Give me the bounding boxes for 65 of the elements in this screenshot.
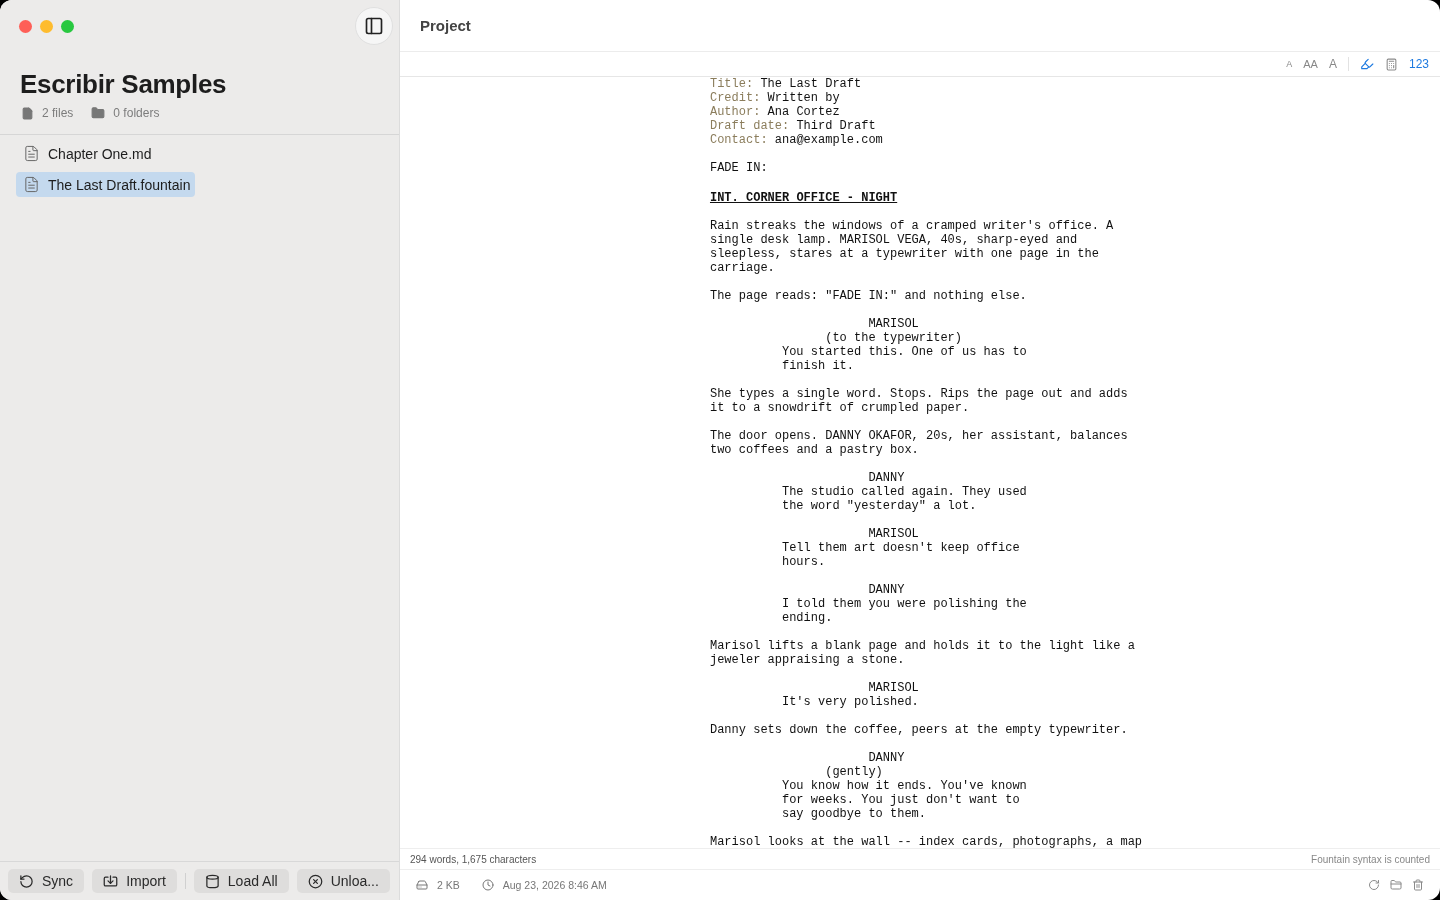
load-button[interactable]: Load All (193, 869, 289, 893)
stat-label: 0 folders (113, 106, 160, 120)
folder-icon (91, 106, 106, 120)
character: MARISOL (868, 317, 920, 331)
character: DANNY (868, 751, 906, 765)
close-circle-icon (307, 873, 323, 889)
sync-button[interactable]: Sync (8, 869, 85, 893)
transition: FADE IN: (709, 161, 769, 175)
zoom-button[interactable] (61, 19, 74, 33)
dialogue: You started this. One of us has to finish it. (781, 345, 1028, 373)
refresh-button[interactable] (1368, 879, 1380, 891)
folder-button[interactable] (1390, 879, 1402, 891)
action: She types a single word. Stops. Rips the page out and adds it to a snowdrift of crumpled paper. (709, 387, 1129, 415)
character: MARISOL (868, 527, 920, 541)
unload-button[interactable]: Unloa... (296, 869, 390, 893)
action: Rain streaks the windows of a cramped writer's office. A single desk lamp. MARISOL VEGA, 40s, sharp-eyed and sleepless, stares at a typewriter with one page in the carriage. (709, 219, 1115, 275)
action: Marisol looks at the wall -- index cards, photographs, a map (709, 835, 1143, 848)
dialogue: It's very polished. (781, 695, 920, 709)
file-icon (21, 106, 34, 120)
action: Danny sets down the coffee, peers at the empty typewriter. (709, 723, 1129, 737)
document-icon (23, 145, 40, 162)
modified-date: Aug 23, 2026 8:46 AM (502, 879, 607, 891)
clock-icon (481, 879, 494, 891)
sync-icon (19, 873, 34, 889)
parenthetical: (to the typewriter) (825, 331, 963, 345)
dialogue: Tell them art doesn't keep office hours. (781, 541, 1021, 569)
file-size: 2 KB (437, 879, 460, 891)
title-page-line: Author: Ana Cortez (709, 105, 841, 119)
character: DANNY (868, 583, 906, 597)
parenthetical: (gently) (825, 765, 884, 779)
action: Marisol lifts a blank page and holds it to the light like a jeweler appraising a stone. (709, 639, 1136, 667)
import-icon (103, 873, 119, 889)
sidebar-toggle-button[interactable] (355, 7, 393, 45)
counter-button[interactable]: 123 (1408, 57, 1429, 71)
document-icon (23, 176, 40, 193)
title-page-line: Draft date: Third Draft (709, 119, 877, 133)
file-item[interactable]: The Last Draft.fountain (16, 172, 196, 197)
dialogue: The studio called again. They used the word "yesterday" a lot. (781, 485, 1028, 513)
character: MARISOL (868, 681, 920, 695)
count-note: Fountain syntax is counted (1311, 853, 1430, 865)
calculator-button[interactable] (1384, 57, 1398, 71)
dialogue: I told them you were polishing the ending. (781, 597, 1028, 625)
file-item[interactable]: Chapter One.md (16, 141, 157, 166)
import-button[interactable]: Import (92, 869, 177, 893)
trash-button[interactable] (1412, 879, 1424, 891)
character: DANNY (868, 471, 906, 485)
font-size-button[interactable]: AA (1303, 58, 1318, 70)
action: The door opens. DANNY OKAFOR, 20s, her assistant, balances two coffees and a pastry box. (709, 429, 1129, 457)
jar-icon (204, 873, 220, 889)
close-button[interactable] (19, 19, 32, 33)
drive-icon (416, 879, 428, 891)
project-title: Escribir Samples (20, 69, 228, 100)
title-page-line: Credit: Written by (709, 91, 841, 105)
dialogue: You know how it ends. You've known for weeks. You just don't want to say goodbye to them. (781, 779, 1028, 821)
font-size-button[interactable]: A (1286, 59, 1293, 69)
title-page-line: Contact: ana@example.com (709, 133, 884, 147)
highlighter-button[interactable] (1359, 57, 1374, 71)
scene-heading: INT. CORNER OFFICE - NIGHT (709, 191, 899, 205)
window-title: Project (420, 17, 471, 34)
word-count: 294 words, 1,675 characters (410, 853, 537, 865)
action: The page reads: "FADE IN:" and nothing else. (709, 289, 1028, 303)
font-size-button[interactable]: A (1328, 57, 1337, 71)
sidebar-icon (364, 16, 384, 36)
title-page-line: Title: The Last Draft (709, 77, 863, 91)
stat-label: 2 files (42, 106, 74, 120)
